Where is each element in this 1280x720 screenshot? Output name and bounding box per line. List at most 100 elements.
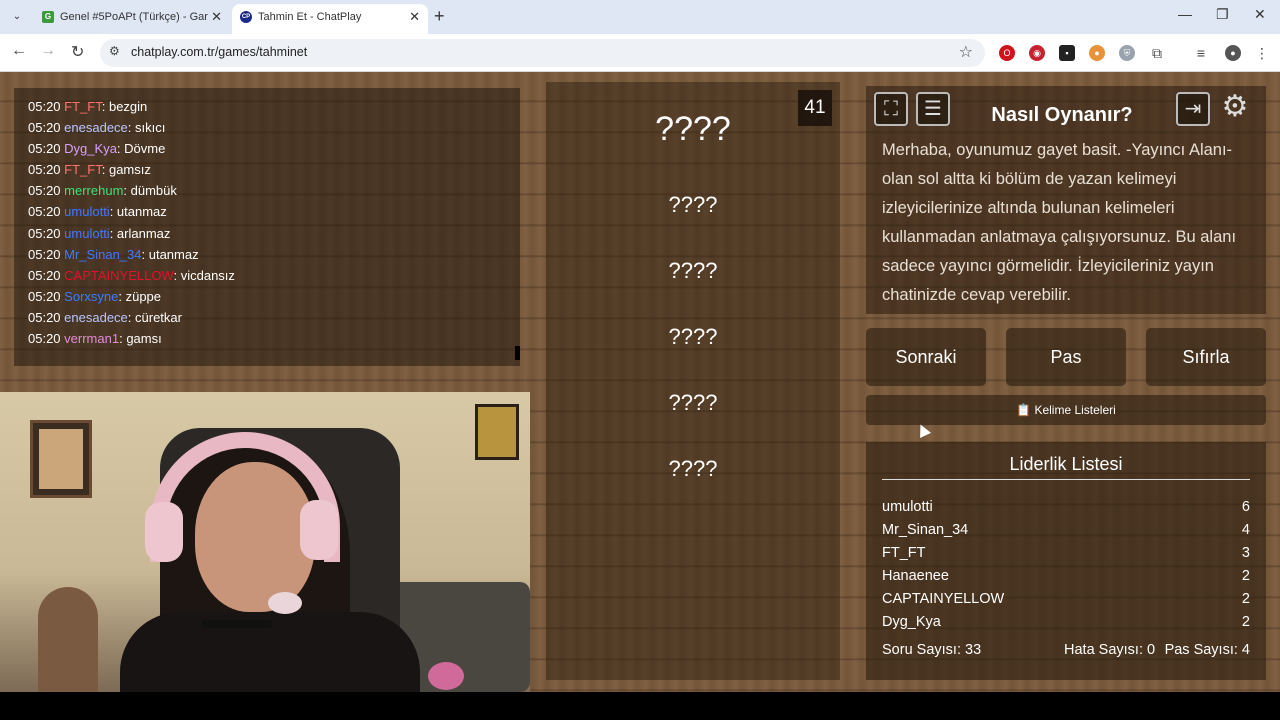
extension-icon[interactable]: ● xyxy=(1089,45,1105,61)
chatplay-favicon-icon: CP xyxy=(240,11,252,23)
chat-username[interactable]: FT_FT xyxy=(64,99,102,114)
player-score: 4 xyxy=(1241,522,1250,538)
reset-button[interactable]: Sıfırla xyxy=(1146,328,1266,386)
gartic-favicon-icon: G xyxy=(42,11,54,23)
chat-username[interactable]: umulotti xyxy=(64,226,110,241)
how-to-play-title: Nasıl Oynanır? xyxy=(991,104,1133,126)
chat-text: : utanmaz xyxy=(109,204,167,220)
tab-title: Tahmin Et - ChatPlay xyxy=(258,11,362,23)
chat-message: 05:20 enesadece: sıkıcı xyxy=(28,117,506,138)
back-icon[interactable]: ← xyxy=(11,42,27,60)
forbidden-word: ???? xyxy=(668,456,718,481)
chat-username[interactable]: merrehum xyxy=(64,183,123,198)
leaderboard-row: umulotti 6 xyxy=(882,496,1250,518)
chat-username[interactable]: enesadece xyxy=(64,120,128,135)
chat-message: 05:20 FT_FT: gamsız xyxy=(28,159,506,180)
tab-search-icon[interactable]: ⌄ xyxy=(8,9,26,25)
main-word: ???? xyxy=(655,110,731,148)
exit-icon[interactable]: ⇥ xyxy=(1176,92,1210,126)
chat-text: : bezgin xyxy=(101,99,148,114)
menu-icon[interactable]: ⋮ xyxy=(1254,45,1270,61)
webcam-feed xyxy=(0,392,530,692)
pass-count: Pas Sayısı: 4 xyxy=(1164,642,1250,658)
shield-extension-icon[interactable]: ⛨ xyxy=(1119,45,1135,61)
forward-icon[interactable]: → xyxy=(40,42,56,60)
tab-gartic[interactable]: G Genel #5PoAPt (Türkçe) - Gartic ✕ xyxy=(34,4,230,34)
close-tab-icon[interactable]: ✕ xyxy=(211,4,222,30)
pass-button[interactable]: Pas xyxy=(1006,328,1126,386)
chat-username[interactable]: Sorxsyne xyxy=(64,289,118,304)
wall-poster xyxy=(475,404,519,460)
chat-text: : gamsız xyxy=(101,162,151,178)
media-control-icon[interactable]: ≡ xyxy=(1193,45,1209,61)
fullscreen-icon[interactable]: ⛶ xyxy=(874,92,908,126)
extension-icon[interactable]: ▪ xyxy=(1059,45,1075,61)
chat-time: 05:20 xyxy=(28,204,61,220)
player-score: 2 xyxy=(1241,591,1250,607)
chat-text: : dümbük xyxy=(123,183,177,199)
extensions-puzzle-icon[interactable]: ⧉ xyxy=(1149,45,1165,61)
word-panel: 41 ???? ???? ???? ???? ???? ???? xyxy=(546,82,840,680)
chat-username[interactable]: Mr_Sinan_34 xyxy=(64,247,141,262)
extension-icon[interactable]: ◉ xyxy=(1029,45,1045,61)
chat-time: 05:20 xyxy=(28,225,61,241)
chat-username[interactable]: enesadece xyxy=(64,310,128,325)
chat-message: 05:20 FT_FT: bezgin xyxy=(28,96,506,117)
chat-text: : Dövme xyxy=(116,141,166,157)
chat-time: 05:20 xyxy=(28,288,61,304)
url-text: chatplay.com.tr/games/tahminet xyxy=(131,45,308,59)
leaderboard-row: Hanaenee 2 xyxy=(882,565,1250,587)
leaderboard-row: CAPTAINYELLOW 2 xyxy=(882,588,1250,610)
profile-avatar[interactable]: ● xyxy=(1225,45,1241,61)
microphone xyxy=(268,592,302,614)
chat-text: : arlanmaz xyxy=(109,225,171,241)
chat-username[interactable]: Dyg_Kya xyxy=(64,141,117,156)
chat-time: 05:20 xyxy=(28,309,61,325)
how-to-play-text: Merhaba, oyunumuz gayet basit. -Yayıncı … xyxy=(882,141,1237,304)
tab-chatplay[interactable]: CP Tahmin Et - ChatPlay ✕ xyxy=(232,4,428,34)
chat-text: : gamsı xyxy=(119,331,162,347)
leaderboard-title: Liderlik Listesi xyxy=(882,454,1250,480)
word-lists-button[interactable]: 📋 Kelime Listeleri xyxy=(866,395,1266,425)
chat-time: 05:20 xyxy=(28,331,61,347)
chat-scrollbar[interactable] xyxy=(515,346,520,360)
gear-icon[interactable]: ⚙ xyxy=(1218,92,1252,126)
chat-message: 05:20 Dyg_Kya: Dövme xyxy=(28,138,506,159)
player-score: 3 xyxy=(1241,545,1250,561)
site-info-icon[interactable]: ⚙ xyxy=(109,44,120,58)
close-tab-icon[interactable]: ✕ xyxy=(409,4,420,30)
forbidden-word: ???? xyxy=(668,390,718,415)
chat-username[interactable]: CAPTAINYELLOW xyxy=(64,268,173,283)
player-score: 6 xyxy=(1241,499,1250,515)
wall-painting xyxy=(30,420,92,498)
reload-icon[interactable]: ↻ xyxy=(71,42,84,62)
opera-extension-icon[interactable]: O xyxy=(999,45,1015,61)
forbidden-word: ???? xyxy=(668,192,718,217)
close-window-icon[interactable]: ✕ xyxy=(1254,6,1266,23)
forbidden-word: ???? xyxy=(668,324,718,349)
chat-text: : sıkıcı xyxy=(127,120,166,136)
url-field[interactable]: ⚙ chatplay.com.tr/games/tahminet ☆ xyxy=(100,39,985,67)
notes-icon[interactable]: ☰ xyxy=(916,92,950,126)
taskbar-strip xyxy=(0,692,1280,720)
restore-icon[interactable]: ❐ xyxy=(1216,6,1229,23)
bookmark-star-icon[interactable]: ☆ xyxy=(959,42,973,62)
chat-text: : cüretkar xyxy=(127,309,182,325)
chat-username[interactable]: FT_FT xyxy=(64,162,102,177)
chat-message: 05:20 umulotti: arlanmaz xyxy=(28,223,506,244)
leaderboard-panel: Liderlik Listesi umulotti 6 Mr_Sinan_34 4 … xyxy=(866,442,1266,680)
chat-message: 05:20 merrehum: dümbük xyxy=(28,180,506,201)
chat-username[interactable]: verrman1 xyxy=(64,331,119,346)
chat-time: 05:20 xyxy=(28,183,61,199)
minimize-icon[interactable]: — xyxy=(1178,6,1192,22)
chat-username[interactable]: umulotti xyxy=(64,204,110,219)
player-score: 2 xyxy=(1241,568,1250,584)
next-button[interactable]: Sonraki xyxy=(866,328,986,386)
address-bar: ← → ↻ ⚙ chatplay.com.tr/games/tahminet ☆… xyxy=(0,34,1280,72)
player-name: Dyg_Kya xyxy=(882,614,941,630)
new-tab-icon[interactable]: + xyxy=(434,6,445,27)
chat-message: 05:20 Mr_Sinan_34: utanmaz xyxy=(28,244,506,265)
forbidden-word: ???? xyxy=(668,258,718,283)
plant xyxy=(38,587,98,692)
how-to-play-panel: ⛶ ☰ Nasıl Oynanır? ⇥ ⚙ Merhaba, oyunumuz… xyxy=(866,86,1266,314)
